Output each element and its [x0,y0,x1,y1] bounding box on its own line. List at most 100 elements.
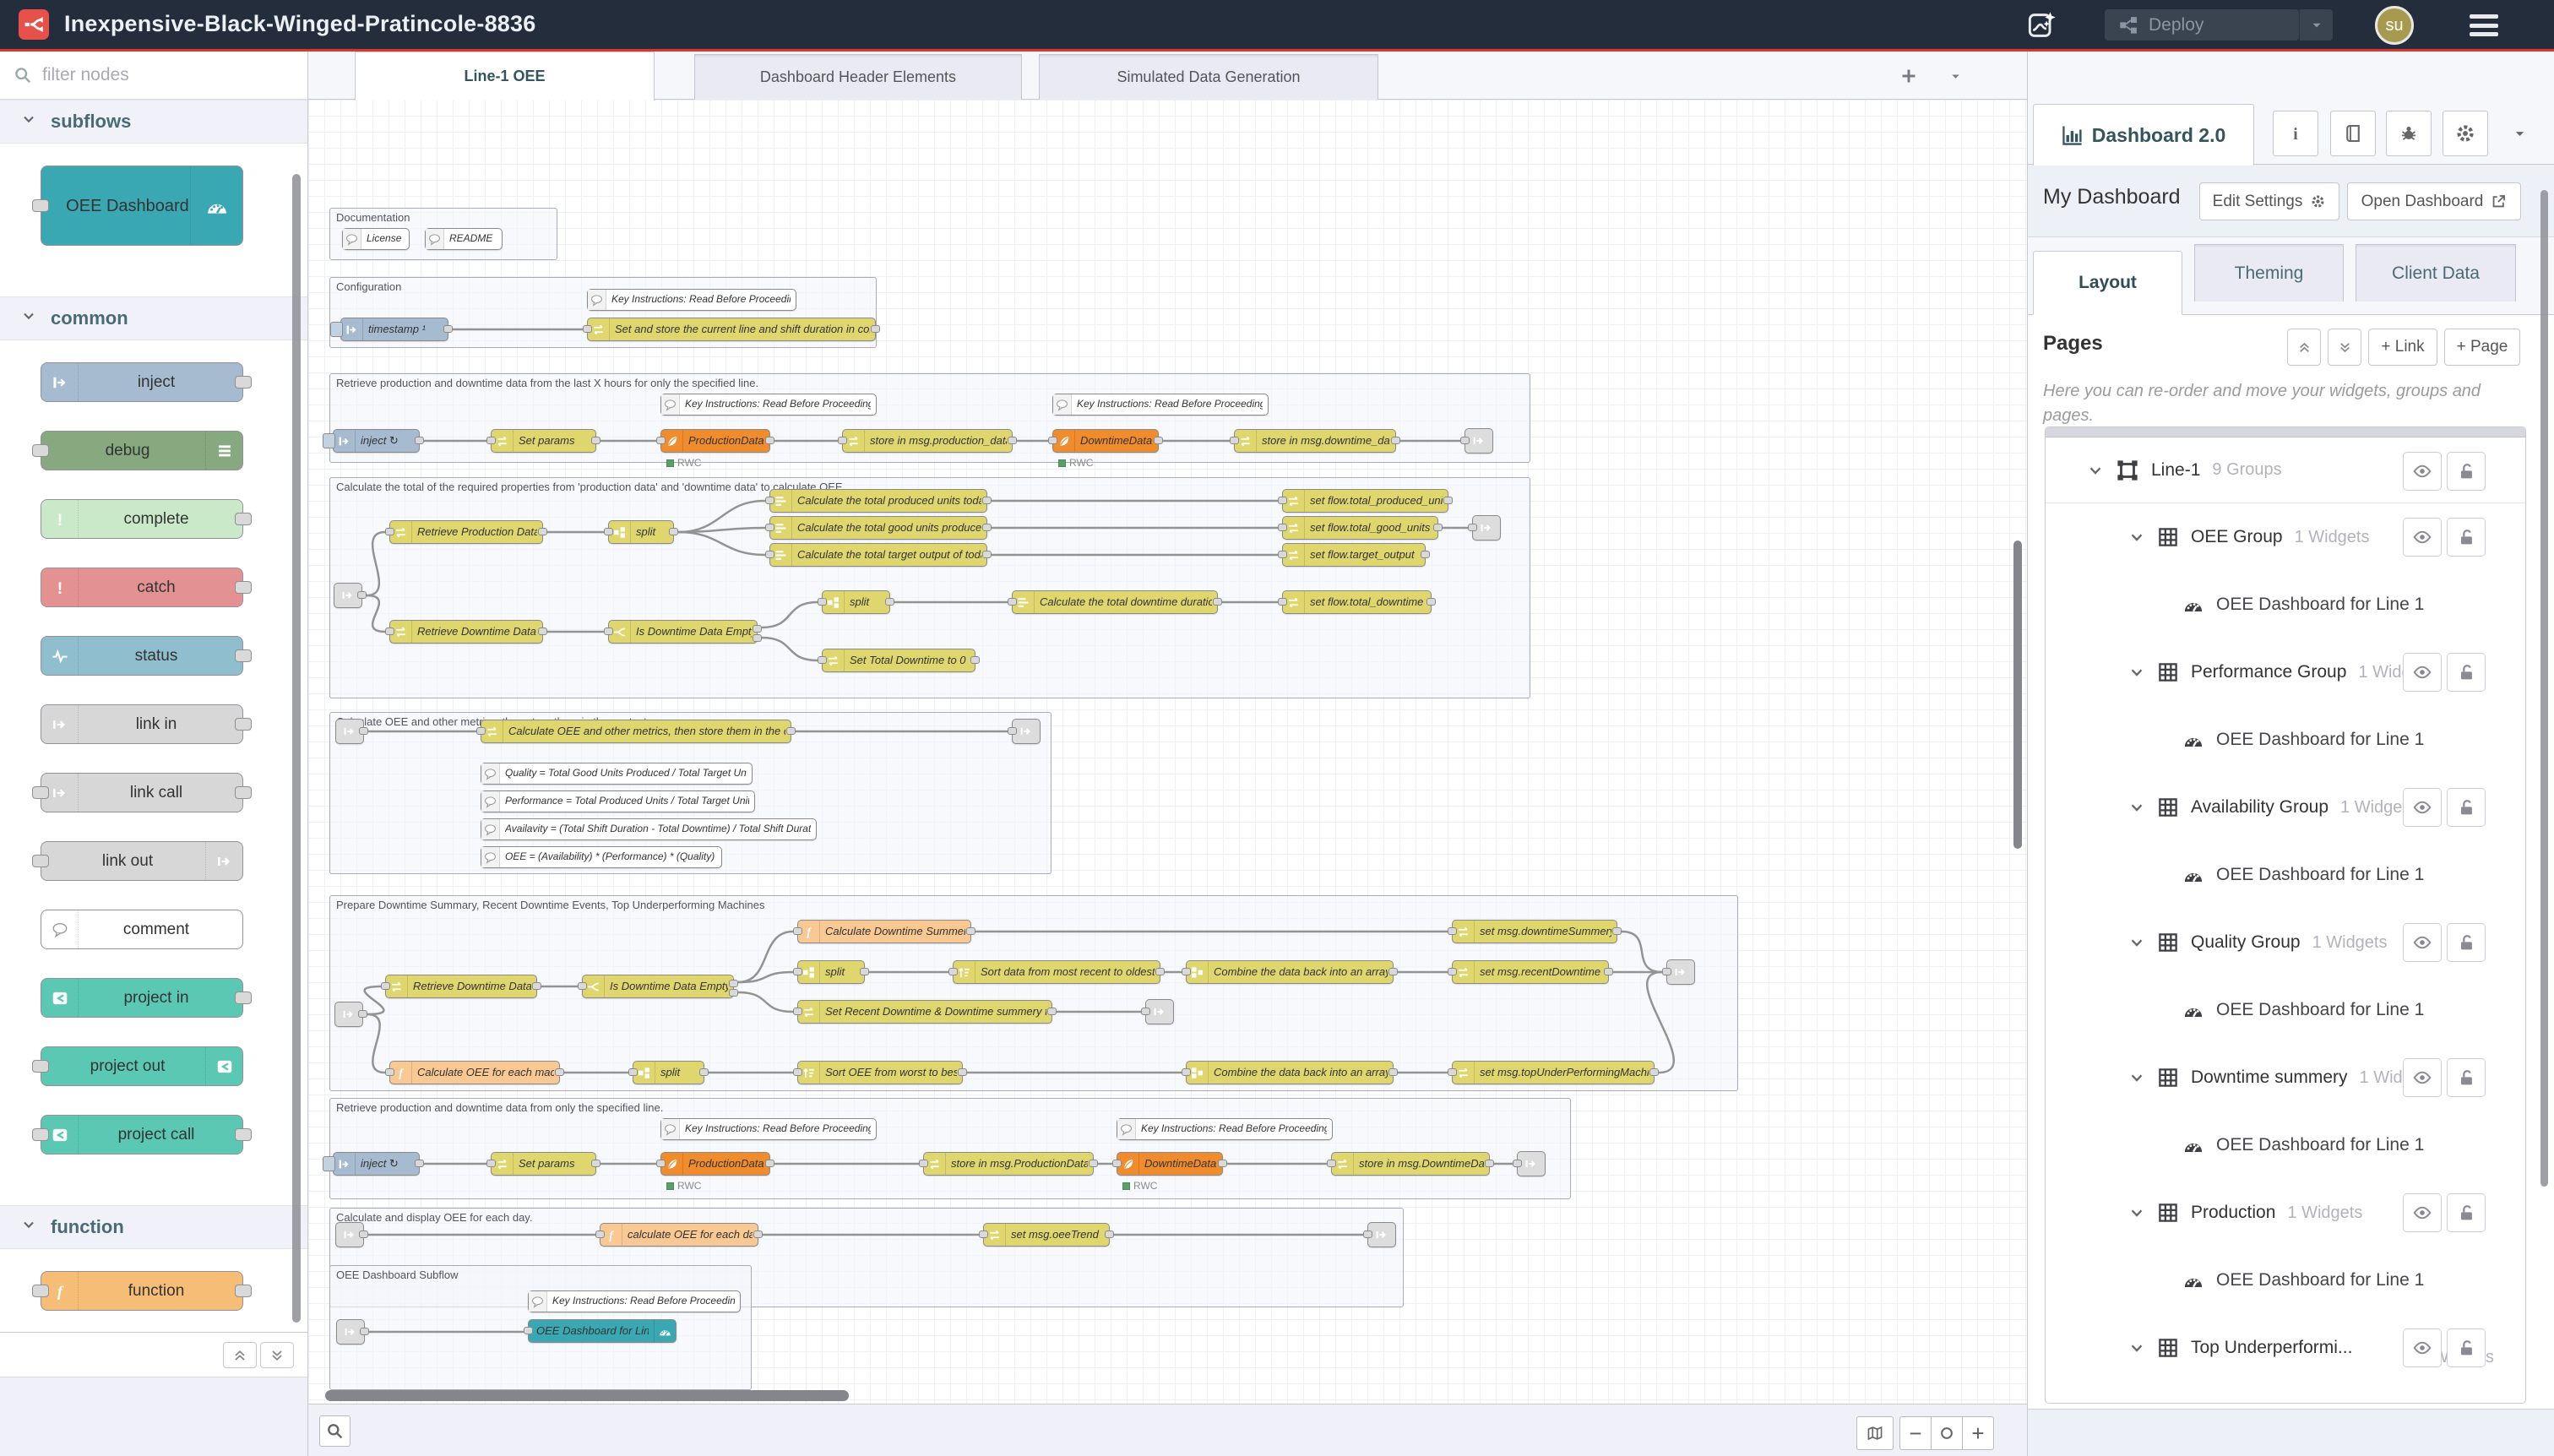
input-port[interactable] [385,528,394,535]
flow-node-split[interactable]: split [822,590,890,614]
flow-node-change[interactable]: store in msg.ProductionData [923,1152,1094,1176]
flow-node-change[interactable]: set flow.total_good_units [1282,516,1438,540]
input-port[interactable] [595,1231,605,1238]
palette-filter-input[interactable] [41,64,277,86]
flow-node-change[interactable]: Set Total Downtime to 0 [822,649,975,672]
palette-node-project-in[interactable]: project in [41,978,243,1018]
output-port[interactable] [415,437,424,444]
tree-row-widget[interactable]: OEE Dashboard for Line 1 [2046,706,2525,774]
flow-node-calc[interactable]: Calculate the total produced units today [769,489,987,513]
output-port[interactable] [765,437,774,444]
zoom-out-button[interactable]: − [1899,1416,1932,1450]
flow-node-function[interactable]: fCalculate Downtime Summery [797,920,971,943]
flow-node-comment[interactable]: Quality = Total Good Units Produced / To… [481,763,753,785]
palette-node-project-call[interactable]: project call [41,1115,243,1154]
output-port-1[interactable] [753,625,762,633]
zoom-in-button[interactable]: + [1962,1416,1994,1450]
collapse-all-categories-button[interactable] [223,1342,257,1368]
input-port[interactable] [656,1160,666,1167]
output-port[interactable] [1388,968,1398,975]
canvas-search-button[interactable] [319,1415,350,1447]
palette-section-subflows[interactable]: subflows [0,100,307,144]
palette-section-common[interactable]: common [0,296,307,340]
input-port[interactable] [793,1008,802,1015]
tree-row-page[interactable]: Line-19 Groups [2046,437,2525,503]
lock-toggle-button[interactable] [2447,452,2486,491]
node-input-port[interactable] [32,855,49,867]
input-port[interactable] [1662,968,1671,975]
deploy-button[interactable]: Deploy [2105,9,2299,41]
flow-node-comment[interactable]: Key Instructions: Read Before Proceeding [528,1290,741,1312]
lock-toggle-button[interactable] [2447,923,2486,962]
user-avatar[interactable]: su [2375,6,2414,45]
palette-node-comment[interactable]: comment [41,910,243,949]
flow-node-comment[interactable]: Key Instructions: Read Before Proceeding [1117,1118,1333,1140]
input-port[interactable] [793,927,802,935]
palette-node-link-out[interactable]: link out [41,841,243,881]
flow-node-linkout[interactable] [1367,1222,1396,1247]
tree-row-group[interactable]: OEE Group1 Widgets [2046,503,2525,571]
palette-node-inject[interactable]: inject [41,362,243,402]
flow-node-linkout[interactable] [1145,999,1174,1024]
flow-node-subflow[interactable]: OEE Dashboard for Line 1 [528,1319,677,1343]
output-port[interactable] [669,528,678,535]
tab-client-data[interactable]: Client Data [2356,244,2516,302]
flow-node-linkin[interactable] [335,719,364,744]
tree-row-widget[interactable]: OEE Dashboard for Line 1 [2046,1111,2525,1179]
node-output-port[interactable] [235,1285,252,1297]
flow-node-change[interactable]: set msg.downtimeSummery [1452,920,1617,943]
expand-all-categories-button[interactable] [260,1342,294,1368]
input-port[interactable] [583,325,592,333]
input-port[interactable] [1141,1008,1150,1015]
palette-node-link-call[interactable]: link call [41,773,243,812]
chevron-down-icon[interactable] [2127,1203,2146,1222]
output-port[interactable] [1443,497,1453,504]
flow-node-sort[interactable]: Sort data from most recent to oldest [953,960,1160,984]
flow-node-change[interactable]: set flow.total_downtime [1282,590,1432,614]
input-port[interactable] [524,1327,533,1334]
flow-node-change[interactable]: set flow.target_output [1282,543,1426,567]
input-port[interactable] [765,497,774,504]
flow-node-join[interactable]: Combine the data back into an array. [1186,1061,1394,1084]
flow-node-comment[interactable]: Key Instructions: Read Before Proceeding [1052,394,1269,416]
flow-node-change[interactable]: Retrieve Downtime Data [385,975,537,998]
input-port[interactable] [1278,497,1287,504]
tab-dashboard-2[interactable]: Dashboard 2.0 [2033,104,2254,166]
flow-node-change[interactable]: set msg.topUnderPerformingMachines [1452,1061,1655,1084]
output-port[interactable] [860,968,869,975]
input-port[interactable] [604,528,613,535]
deploy-options-caret[interactable] [2299,9,2333,41]
palette-search[interactable] [0,52,307,100]
input-port[interactable] [1278,524,1287,531]
palette-node-debug[interactable]: debug [41,431,243,470]
canvas-horizontal-scrollbar[interactable] [325,1390,849,1401]
input-port[interactable] [1460,437,1470,444]
output-port[interactable] [1218,1160,1227,1167]
output-port[interactable] [443,325,453,333]
expand-all-button[interactable] [2328,329,2361,366]
flow-node-change[interactable]: set msg.recentDowntime [1452,960,1609,984]
tree-row-group[interactable]: Performance Group1 Widgets [2046,638,2525,706]
flow-node-change[interactable]: set flow.total_produced_units [1282,489,1448,513]
tab-theming[interactable]: Theming [2194,244,2344,302]
flow-node-change[interactable]: set msg.oeeTrend [983,1223,1110,1247]
lock-toggle-button[interactable] [2447,1058,2486,1097]
flow-tab-Line-1-OEE[interactable]: Line-1 OEE [355,52,655,101]
output-port[interactable] [1388,1068,1398,1076]
flow-node-influx[interactable]: ProductionDataRWC [660,429,770,453]
flow-canvas[interactable]: DocumentationConfigurationRetrieve produ… [308,100,2027,1404]
flow-node-comment[interactable]: License [342,228,410,250]
node-input-port[interactable] [32,786,49,799]
output-port[interactable] [1089,1160,1098,1167]
lock-toggle-button[interactable] [2447,1328,2486,1367]
flow-node-comment[interactable]: Key Instructions: Read Before Proceeding [660,394,877,416]
palette-node-status[interactable]: status [41,636,243,676]
flow-node-comment[interactable]: Key Instructions: Read Before Proceeding [660,1118,877,1140]
palette-node-catch[interactable]: !catch [41,568,243,607]
flow-tab-Dashboard-Header-Elements[interactable]: Dashboard Header Elements [694,54,1022,100]
flow-node-change[interactable]: Retrieve Production Data [389,520,543,544]
input-port[interactable] [1448,1068,1457,1076]
flow-node-comment[interactable]: Availavity = (Total Shift Duration - Tot… [481,818,817,840]
input-port[interactable] [1468,524,1477,531]
flow-node-change[interactable]: store in msg.downtime_data [1234,429,1396,453]
